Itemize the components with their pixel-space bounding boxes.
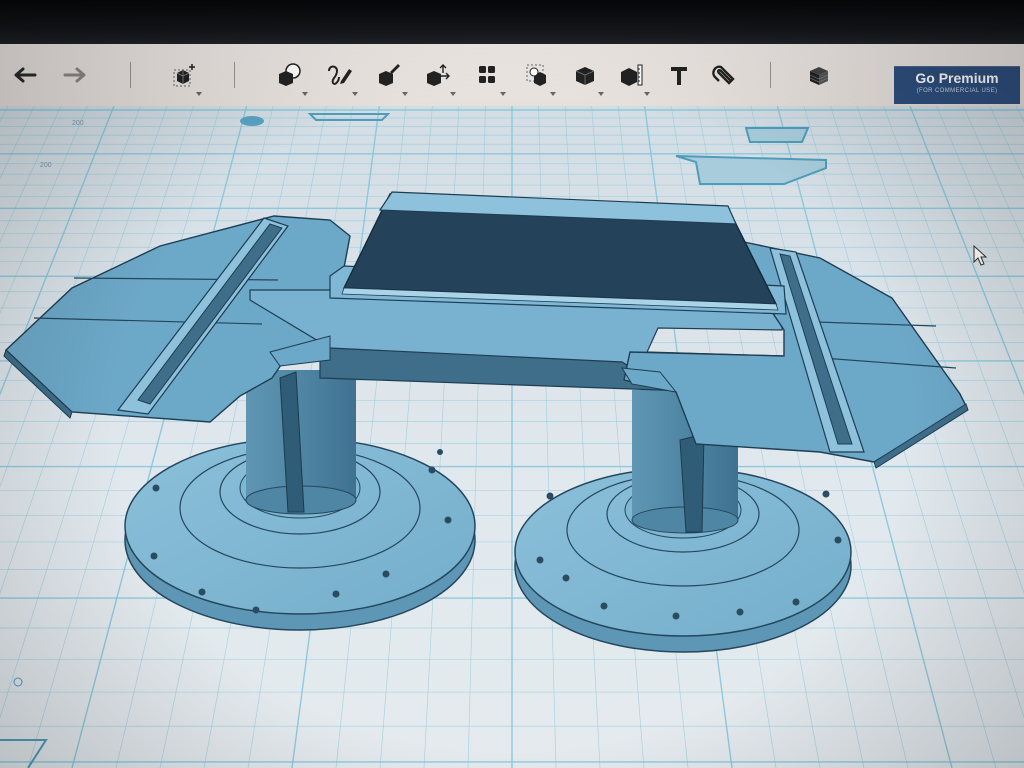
dropdown-caret-icon [450, 92, 456, 96]
workplane-shape-outline [13, 677, 23, 687]
material-button[interactable] [802, 58, 836, 92]
dropdown-caret-icon [352, 92, 358, 96]
shape-generator-button[interactable] [272, 58, 308, 96]
toolbar-separator [130, 62, 131, 88]
undo-arrow-icon [14, 67, 37, 83]
go-premium-subtitle: (FOR COMMERCIAL USE) [916, 88, 998, 94]
screen: Go Premium (FOR COMMERCIAL USE) 200 200 [0, 0, 1024, 768]
cube-cube-icon [526, 64, 546, 86]
workplane-shape-outline [307, 113, 391, 121]
text-T-icon [671, 67, 687, 85]
dropdown-caret-icon [302, 92, 308, 96]
measure-button[interactable] [614, 58, 650, 96]
grid-line [0, 106, 141, 488]
go-premium-button[interactable]: Go Premium (FOR COMMERCIAL USE) [894, 66, 1020, 104]
grid-line [27, 106, 221, 768]
grid-line [989, 106, 1024, 180]
sketch-button[interactable] [322, 58, 358, 96]
grid-line [0, 106, 168, 595]
toolbar-separator [770, 62, 771, 88]
workplane-shape-outline [0, 739, 48, 768]
go-premium-title: Go Premium [915, 70, 999, 86]
workplane[interactable]: 200 200 [0, 106, 1024, 768]
boolean-button[interactable] [568, 58, 604, 96]
dropdown-caret-icon [644, 92, 650, 96]
grid-line [0, 106, 35, 180]
text-button[interactable] [662, 58, 696, 92]
cube-arrows-icon [427, 64, 450, 86]
pattern-button[interactable] [470, 58, 506, 96]
monitor-bezel [0, 0, 1024, 44]
workplane-shape-outline [675, 155, 827, 185]
stack-cube-icon [809, 67, 829, 85]
grid-line [0, 106, 194, 719]
cube-solid-icon [575, 67, 595, 85]
snap-button[interactable] [708, 58, 742, 92]
grid-line [962, 106, 1024, 243]
cube-brush-icon [379, 64, 400, 86]
support-column-left[interactable] [245, 370, 357, 515]
toolbar-separator [234, 62, 235, 88]
magnet-icon [712, 65, 735, 85]
modify-button[interactable] [372, 58, 408, 96]
grid-line [71, 106, 248, 768]
grid-line [1015, 106, 1024, 123]
toolbar [0, 44, 1024, 107]
dropdown-caret-icon [550, 92, 556, 96]
cube-move-icon [173, 64, 195, 87]
undo-button[interactable] [8, 58, 42, 92]
workplane-shape-outline [744, 127, 810, 143]
grid-line [0, 106, 62, 243]
dropdown-caret-icon [598, 92, 604, 96]
cube-ruler-icon [621, 64, 643, 86]
mouse-cursor-icon [973, 244, 988, 266]
move-tool-button[interactable] [166, 58, 202, 96]
model-viewport[interactable] [0, 106, 1024, 768]
dropdown-caret-icon [402, 92, 408, 96]
top-panel[interactable] [329, 191, 787, 315]
group-button[interactable] [520, 58, 556, 96]
dropdown-caret-icon [196, 92, 202, 96]
redo-arrow-icon [63, 67, 86, 83]
adjust-button[interactable] [420, 58, 456, 96]
pen-scribble-icon [328, 65, 352, 85]
cube-sphere-icon [279, 63, 301, 86]
dropdown-caret-icon [500, 92, 506, 96]
grid-line [0, 106, 9, 123]
grid-cubes-icon [479, 66, 495, 83]
redo-button[interactable] [58, 58, 92, 92]
workplane-shape-outline [240, 116, 264, 126]
